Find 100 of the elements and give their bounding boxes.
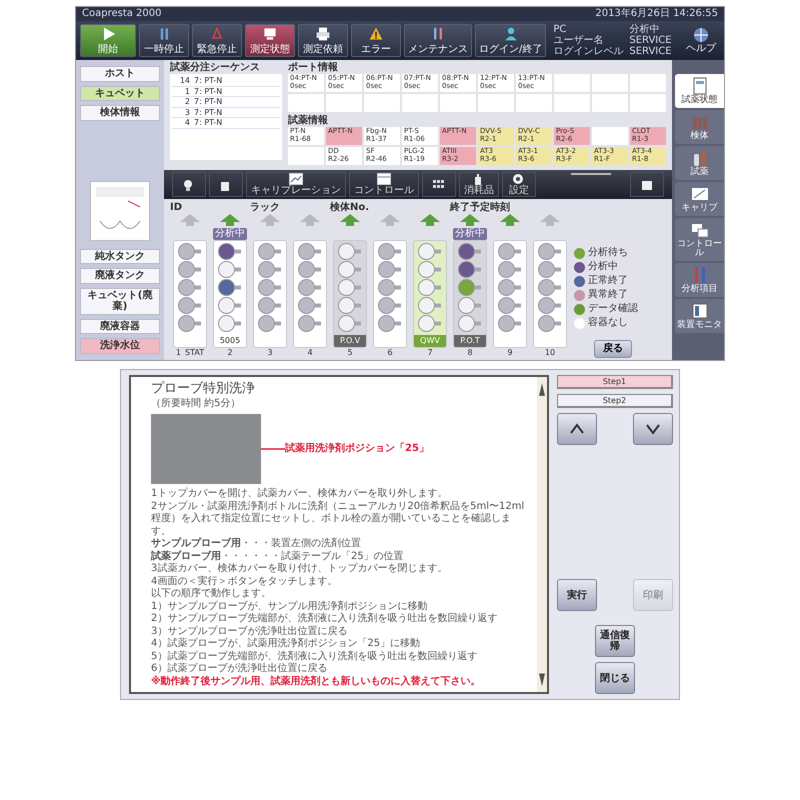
sample-cup[interactable] xyxy=(258,315,282,332)
sample-cup[interactable] xyxy=(378,243,402,260)
sidebar-button[interactable]: キュベット xyxy=(80,86,160,101)
side-tab[interactable]: 試薬 xyxy=(675,146,724,180)
sample-cup[interactable] xyxy=(338,243,362,260)
sample-cup[interactable] xyxy=(218,315,242,332)
sidebar-button[interactable]: 洗浄水位 xyxy=(80,338,160,354)
toolbar-button[interactable]: ログイン/終了 xyxy=(475,24,546,57)
sample-cup[interactable] xyxy=(258,243,282,260)
sidebar-button[interactable]: ホスト xyxy=(80,66,160,82)
sample-cup[interactable] xyxy=(178,315,202,332)
sample-rack[interactable] xyxy=(373,240,407,348)
toolbar-button[interactable] xyxy=(422,172,456,197)
sample-cup[interactable] xyxy=(498,261,522,278)
sample-cup[interactable] xyxy=(418,261,442,278)
sample-cup[interactable] xyxy=(258,261,282,278)
side-tab[interactable]: コントロール xyxy=(675,218,724,262)
sample-cup[interactable] xyxy=(498,297,522,314)
toolbar-button[interactable]: 緊急停止 xyxy=(192,24,242,57)
sample-cup[interactable] xyxy=(378,297,402,314)
sample-cup[interactable] xyxy=(218,297,242,314)
side-tab[interactable]: 装置モニタ xyxy=(675,299,724,334)
toolbar-button[interactable]: 設定 xyxy=(502,172,536,197)
toolbar-button[interactable] xyxy=(172,172,206,197)
sample-cup[interactable] xyxy=(418,297,442,314)
side-tab[interactable]: キャリブ xyxy=(675,182,724,216)
sample-rack[interactable] xyxy=(173,240,207,348)
side-tab[interactable]: 分析項目 xyxy=(675,263,724,298)
sample-cup[interactable] xyxy=(498,315,522,332)
sample-rack[interactable] xyxy=(253,240,287,348)
sample-rack[interactable] xyxy=(533,240,567,348)
toolbar-button[interactable]: キャリブレーション xyxy=(246,172,346,197)
sample-cup[interactable] xyxy=(178,279,202,296)
sample-cup[interactable] xyxy=(458,315,482,332)
sample-cup[interactable] xyxy=(538,279,562,296)
toolbar-button[interactable]: メンテナンス xyxy=(404,24,472,57)
toolbar-button[interactable]: 一時停止 xyxy=(139,24,189,57)
side-tab[interactable]: 試薬状態 xyxy=(675,74,724,108)
sample-cup[interactable] xyxy=(218,261,242,278)
sample-cup[interactable] xyxy=(538,297,562,314)
action-button[interactable]: 実行 xyxy=(557,579,597,612)
sample-cup[interactable] xyxy=(538,261,562,278)
sample-rack[interactable]: P.O.V xyxy=(333,240,367,348)
sample-cup[interactable] xyxy=(178,243,202,260)
toolbar-button[interactable] xyxy=(209,172,243,197)
sample-cup[interactable] xyxy=(298,315,322,332)
sample-cup[interactable] xyxy=(298,297,322,314)
sample-cup[interactable] xyxy=(498,279,522,296)
toolbar-button[interactable]: 測定状態 xyxy=(245,24,295,57)
action-button[interactable]: 閉じる xyxy=(595,662,635,694)
sample-rack[interactable]: P.O.T xyxy=(453,240,487,348)
sample-cup[interactable] xyxy=(458,243,482,260)
action-button[interactable]: 通信復帰 xyxy=(595,625,635,658)
sample-cup[interactable] xyxy=(218,243,242,260)
sample-cup[interactable] xyxy=(338,315,362,332)
up-button[interactable] xyxy=(557,412,597,445)
sample-cup[interactable] xyxy=(258,297,282,314)
sample-cup[interactable] xyxy=(338,297,362,314)
sample-cup[interactable] xyxy=(178,297,202,314)
sample-rack[interactable]: 5005 xyxy=(213,240,247,348)
sample-cup[interactable] xyxy=(378,315,402,332)
sample-cup[interactable] xyxy=(418,279,442,296)
sample-cup[interactable] xyxy=(538,243,562,260)
sample-cup[interactable] xyxy=(458,261,482,278)
toolbar-button[interactable] xyxy=(630,172,664,197)
toolbar-button[interactable]: コントロール xyxy=(349,172,419,197)
sidebar-button[interactable]: キュベット(廃棄) xyxy=(80,288,160,315)
sidebar-button[interactable]: 純水タンク xyxy=(80,248,160,264)
sample-cup[interactable] xyxy=(498,243,522,260)
side-tab[interactable]: 検体 xyxy=(675,110,724,144)
sample-cup[interactable] xyxy=(338,261,362,278)
step-tab[interactable]: Step2 xyxy=(557,394,673,408)
sample-cup[interactable] xyxy=(298,279,322,296)
sample-cup[interactable] xyxy=(298,261,322,278)
sample-cup[interactable] xyxy=(418,243,442,260)
port-cell xyxy=(288,94,324,112)
toolbar-button[interactable]: 測定依頼 xyxy=(298,24,348,57)
sidebar-button[interactable]: 廃液容器 xyxy=(80,318,160,334)
sample-cup[interactable] xyxy=(458,297,482,314)
sample-rack[interactable] xyxy=(293,240,327,348)
sample-cup[interactable] xyxy=(378,261,402,278)
status-value: SERVICE xyxy=(629,35,672,46)
toolbar-button[interactable]: エラー xyxy=(351,24,401,57)
sample-cup[interactable] xyxy=(298,243,322,260)
toolbar-button[interactable]: 開始 xyxy=(80,24,136,57)
down-button[interactable] xyxy=(633,412,673,445)
sample-cup[interactable] xyxy=(258,279,282,296)
sample-cup[interactable] xyxy=(378,279,402,296)
sample-cup[interactable] xyxy=(338,279,362,296)
sample-cup[interactable] xyxy=(218,279,242,296)
sample-cup[interactable] xyxy=(178,261,202,278)
toolbar-button[interactable]: 消耗品 xyxy=(459,172,499,197)
sample-cup[interactable] xyxy=(538,315,562,332)
help-button[interactable]: ヘルプ xyxy=(682,24,720,57)
back-button[interactable]: 戻る xyxy=(594,340,632,358)
sidebar-button[interactable]: 検体情報 xyxy=(80,105,160,120)
sidebar-button[interactable]: 廃液タンク xyxy=(80,268,160,284)
sample-cup[interactable] xyxy=(418,315,442,332)
step-tab[interactable]: Step1 xyxy=(557,374,673,389)
sample-rack[interactable] xyxy=(493,240,527,348)
